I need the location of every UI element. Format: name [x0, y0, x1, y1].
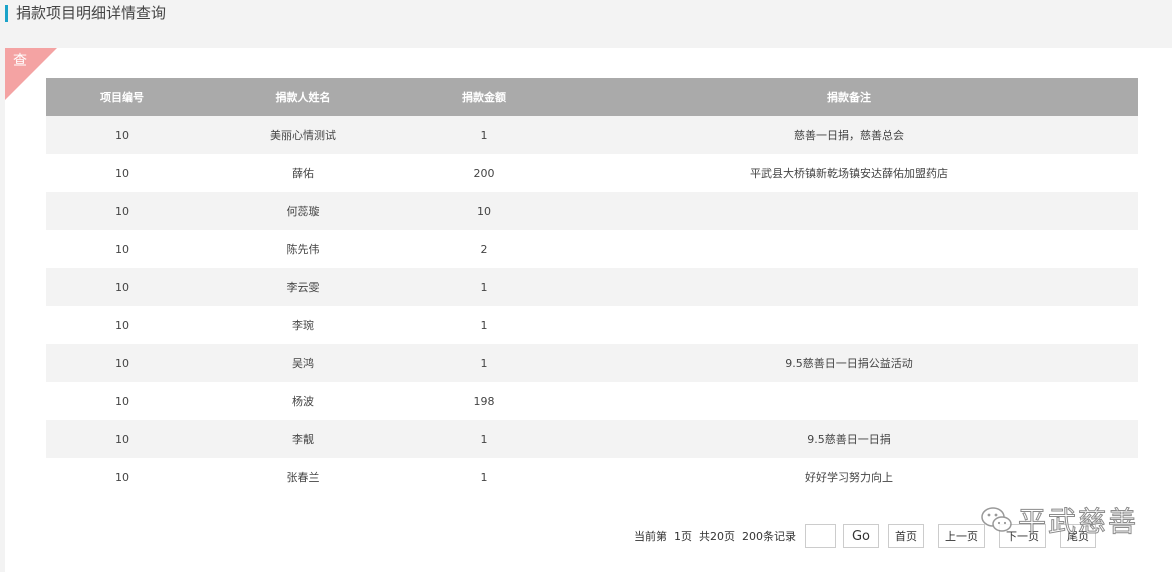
cell-donor-name: 李云雯 [198, 268, 408, 306]
col-header-amount: 捐款金额 [408, 78, 560, 116]
col-header-donor-name: 捐款人姓名 [198, 78, 408, 116]
cell-remark: 好好学习努力向上 [560, 458, 1138, 496]
cell-amount: 10 [408, 192, 560, 230]
table-row: 10 何蕊璇 10 [46, 192, 1138, 230]
cell-project-id: 10 [46, 382, 198, 420]
cell-project-id: 10 [46, 192, 198, 230]
col-header-project-id: 项目编号 [46, 78, 198, 116]
donation-table: 项目编号 捐款人姓名 捐款金额 捐款备注 10 美丽心情测试 1 慈善一日捐，慈善总会… [46, 78, 1138, 496]
table-row: 10 李琬 1 [46, 306, 1138, 344]
cell-project-id: 10 [46, 420, 198, 458]
cell-project-id: 10 [46, 306, 198, 344]
cell-remark [560, 268, 1138, 306]
table-row: 10 美丽心情测试 1 慈善一日捐，慈善总会 [46, 116, 1138, 154]
cell-remark [560, 382, 1138, 420]
cell-project-id: 10 [46, 344, 198, 382]
pager-total-pages: 共20页 [699, 530, 735, 543]
pager-current-label: 当前第 [634, 530, 667, 543]
page-header: 捐款项目明细详情查询 [0, 0, 1172, 46]
cell-remark [560, 230, 1138, 268]
cell-donor-name: 杨波 [198, 382, 408, 420]
cell-amount: 1 [408, 344, 560, 382]
pager-current-page: 1页 [674, 530, 692, 543]
cell-donor-name: 薛佑 [198, 154, 408, 192]
prev-page-button[interactable]: 上一页 [938, 524, 985, 548]
cell-amount: 198 [408, 382, 560, 420]
cell-project-id: 10 [46, 458, 198, 496]
cell-amount: 200 [408, 154, 560, 192]
watermark-text: 平武慈善 [1017, 505, 1139, 539]
cell-project-id: 10 [46, 154, 198, 192]
cell-remark: 慈善一日捐，慈善总会 [560, 116, 1138, 154]
cell-donor-name: 何蕊璇 [198, 192, 408, 230]
cell-donor-name: 张春兰 [198, 458, 408, 496]
watermark: 平武慈善 [980, 500, 1138, 540]
table-row: 10 李云雯 1 [46, 268, 1138, 306]
cell-donor-name: 吴鸿 [198, 344, 408, 382]
table-row: 10 杨波 198 [46, 382, 1138, 420]
wechat-icon [981, 507, 1012, 532]
title-accent-bar [5, 5, 8, 22]
cell-amount: 1 [408, 420, 560, 458]
cell-amount: 1 [408, 116, 560, 154]
cell-amount: 1 [408, 306, 560, 344]
table-row: 10 陈先伟 2 [46, 230, 1138, 268]
table-header-row: 项目编号 捐款人姓名 捐款金额 捐款备注 [46, 78, 1138, 116]
cell-remark: 9.5慈善日一日捐公益活动 [560, 344, 1138, 382]
cell-project-id: 10 [46, 268, 198, 306]
page-number-input[interactable] [805, 524, 836, 548]
cell-donor-name: 陈先伟 [198, 230, 408, 268]
cell-project-id: 10 [46, 230, 198, 268]
cell-project-id: 10 [46, 116, 198, 154]
cell-remark: 9.5慈善日一日捐 [560, 420, 1138, 458]
table-row: 10 薛佑 200 平武县大桥镇新乾场镇安达薛佑加盟药店 [46, 154, 1138, 192]
cell-amount: 2 [408, 230, 560, 268]
page-title: 捐款项目明细详情查询 [16, 4, 167, 22]
table-row: 10 吴鸿 1 9.5慈善日一日捐公益活动 [46, 344, 1138, 382]
col-header-remark: 捐款备注 [560, 78, 1138, 116]
cell-donor-name: 李靓 [198, 420, 408, 458]
content-panel: 查 项目编号 捐款人姓名 捐款金额 捐款备注 10 美丽心情测试 1 慈善一日捐，慈善… [5, 48, 1172, 572]
go-button[interactable]: Go [843, 524, 879, 548]
cell-donor-name: 李琬 [198, 306, 408, 344]
cell-remark [560, 306, 1138, 344]
corner-badge-label: 查 [13, 53, 27, 69]
cell-remark: 平武县大桥镇新乾场镇安达薛佑加盟药店 [560, 154, 1138, 192]
first-page-button[interactable]: 首页 [888, 524, 924, 548]
table-row: 10 张春兰 1 好好学习努力向上 [46, 458, 1138, 496]
table-row: 10 李靓 1 9.5慈善日一日捐 [46, 420, 1138, 458]
pager-total-records: 200条记录 [742, 530, 796, 543]
cell-amount: 1 [408, 458, 560, 496]
cell-amount: 1 [408, 268, 560, 306]
cell-donor-name: 美丽心情测试 [198, 116, 408, 154]
cell-remark [560, 192, 1138, 230]
